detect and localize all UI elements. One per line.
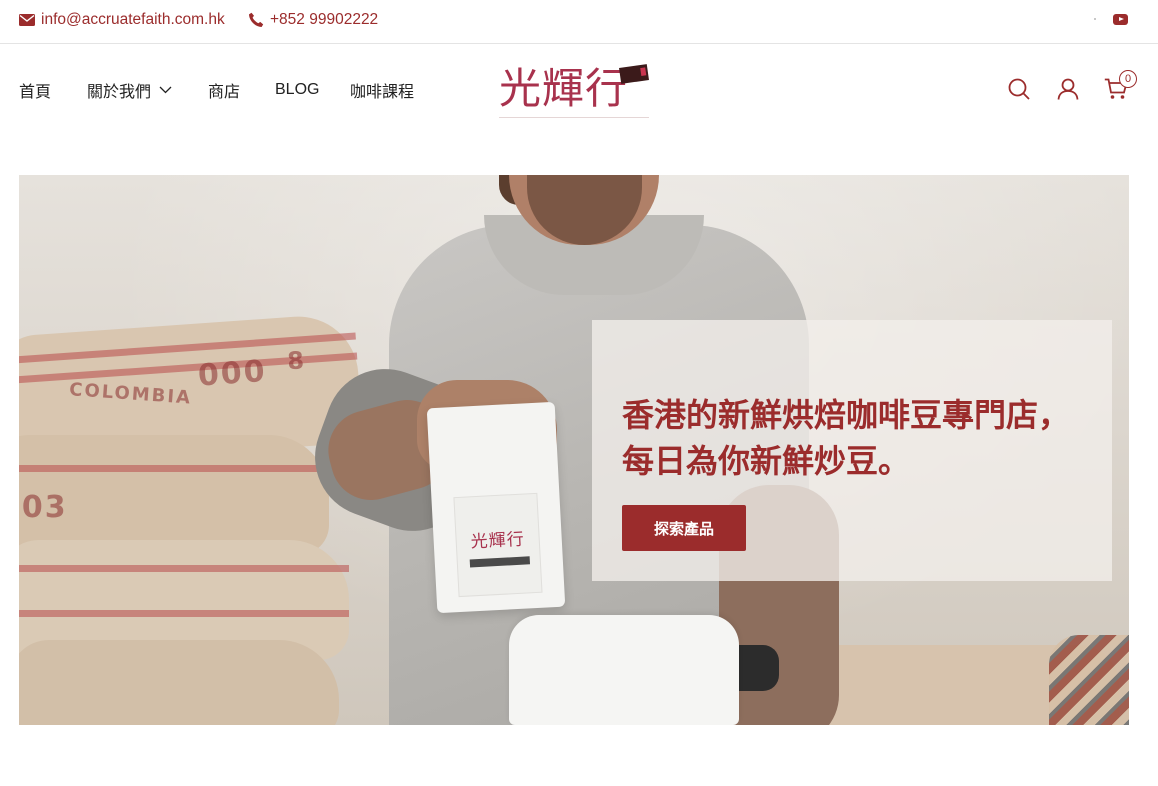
- bag-label-strip: [469, 556, 531, 568]
- phone-text: +852 99902222: [270, 11, 379, 28]
- nav-item-home[interactable]: 首頁: [19, 80, 52, 101]
- nav-label: 商店: [208, 84, 241, 101]
- nav-item-shop[interactable]: 商店: [208, 80, 241, 101]
- patterned-rug: [1049, 635, 1129, 725]
- logo-underline: [499, 117, 649, 118]
- top-bar: info@accruatefaith.com.hk +852 99902222: [0, 0, 1158, 44]
- coffee-sack: [19, 640, 339, 725]
- cart-count-badge[interactable]: 0: [1119, 70, 1137, 88]
- search-icon[interactable]: [1008, 78, 1030, 100]
- coffee-sack: 003: [19, 435, 329, 555]
- logo-mark: [619, 64, 649, 84]
- phone-icon: [249, 12, 264, 27]
- email-link[interactable]: info@accruatefaith.com.hk: [19, 11, 225, 29]
- nav-label: 關於我們: [87, 84, 152, 101]
- chevron-down-icon: [159, 86, 172, 94]
- explore-products-button[interactable]: 探索產品: [622, 505, 746, 551]
- separator-dot: [1094, 18, 1096, 20]
- sack-number: 000: [196, 353, 268, 394]
- phone-link[interactable]: +852 99902222: [248, 11, 378, 29]
- bag-logo: 光輝行: [470, 529, 526, 553]
- sack-number: 003: [19, 490, 68, 525]
- nav-label: 咖啡課程: [350, 84, 415, 101]
- hero-headline: 香港的新鮮烘焙咖啡豆專門店，每日為你新鮮炒豆。: [622, 396, 1071, 480]
- hero-text-panel: 香港的新鮮烘焙咖啡豆專門店，每日為你新鮮炒豆。 探索產品: [592, 320, 1112, 581]
- sack-stencil: COLOMBIA: [68, 379, 193, 409]
- coffee-package: [509, 615, 739, 725]
- coffee-bag-product: 光輝行: [426, 401, 566, 614]
- nav-item-about[interactable]: 關於我們: [87, 80, 172, 101]
- site-logo[interactable]: 光輝行: [499, 61, 651, 121]
- envelope-icon: [19, 14, 35, 26]
- email-text: info@accruatefaith.com.hk: [41, 11, 225, 28]
- nav-item-coffee-courses[interactable]: 咖啡課程: [350, 80, 415, 101]
- user-icon[interactable]: [1057, 78, 1079, 100]
- site-header: 首頁 關於我們 商店 BLOG 咖啡課程 光輝行 0: [0, 45, 1158, 135]
- hero-banner: COLOMBIA 000 8 003 光輝行 香港: [19, 175, 1129, 725]
- youtube-icon[interactable]: [1113, 14, 1128, 25]
- nav-label: 首頁: [19, 84, 52, 101]
- logo-text: 光輝行: [499, 64, 629, 113]
- nav-label: BLOG: [275, 81, 320, 98]
- bag-label-panel: 光輝行: [453, 492, 543, 598]
- sack-number: 8: [286, 346, 307, 376]
- nav-item-blog[interactable]: BLOG: [275, 80, 319, 100]
